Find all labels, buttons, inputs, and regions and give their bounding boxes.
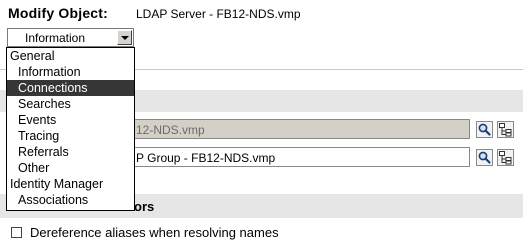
- dereference-aliases-label: Dereference aliases when resolving names: [30, 225, 279, 240]
- dropdown-item-other[interactable]: Other: [7, 160, 134, 176]
- magnifier-icon: [478, 151, 491, 164]
- server-dn-value: 12-NDS.vmp: [136, 123, 205, 137]
- object-browser-icon: [499, 123, 512, 137]
- page-select[interactable]: Information: [7, 28, 134, 47]
- dropdown-item-searches[interactable]: Searches: [7, 96, 134, 112]
- dropdown-item-tracing[interactable]: Tracing: [7, 128, 134, 144]
- magnifier-icon: [478, 123, 491, 136]
- page-select-dropdown: General Information Connections Searches Eve…: [6, 47, 135, 211]
- page-title-label: Modify Object:: [8, 5, 109, 21]
- search-button[interactable]: [476, 121, 493, 138]
- browse-button[interactable]: [497, 149, 514, 166]
- page-select-value: Information: [25, 31, 86, 45]
- section-header-title: ors: [134, 199, 155, 214]
- chevron-down-icon[interactable]: [117, 30, 132, 45]
- dropdown-item-identity-manager[interactable]: Identity Manager: [7, 176, 134, 192]
- dropdown-item-information[interactable]: Information: [7, 64, 134, 80]
- server-dn-field[interactable]: 12-NDS.vmp: [132, 119, 470, 139]
- group-dn-field[interactable]: P Group - FB12-NDS.vmp: [132, 147, 470, 167]
- browse-button[interactable]: [497, 121, 514, 138]
- dropdown-item-associations[interactable]: Associations: [7, 192, 134, 208]
- object-name: LDAP Server - FB12-NDS.vmp: [136, 7, 301, 21]
- search-button[interactable]: [476, 149, 493, 166]
- group-dn-value: P Group - FB12-NDS.vmp: [136, 151, 276, 165]
- dropdown-item-connections[interactable]: Connections: [7, 80, 134, 96]
- dropdown-item-referrals[interactable]: Referrals: [7, 144, 134, 160]
- object-browser-icon: [499, 151, 512, 165]
- dropdown-item-general[interactable]: General: [7, 48, 134, 64]
- dereference-aliases-checkbox[interactable]: [11, 227, 22, 238]
- dropdown-item-events[interactable]: Events: [7, 112, 134, 128]
